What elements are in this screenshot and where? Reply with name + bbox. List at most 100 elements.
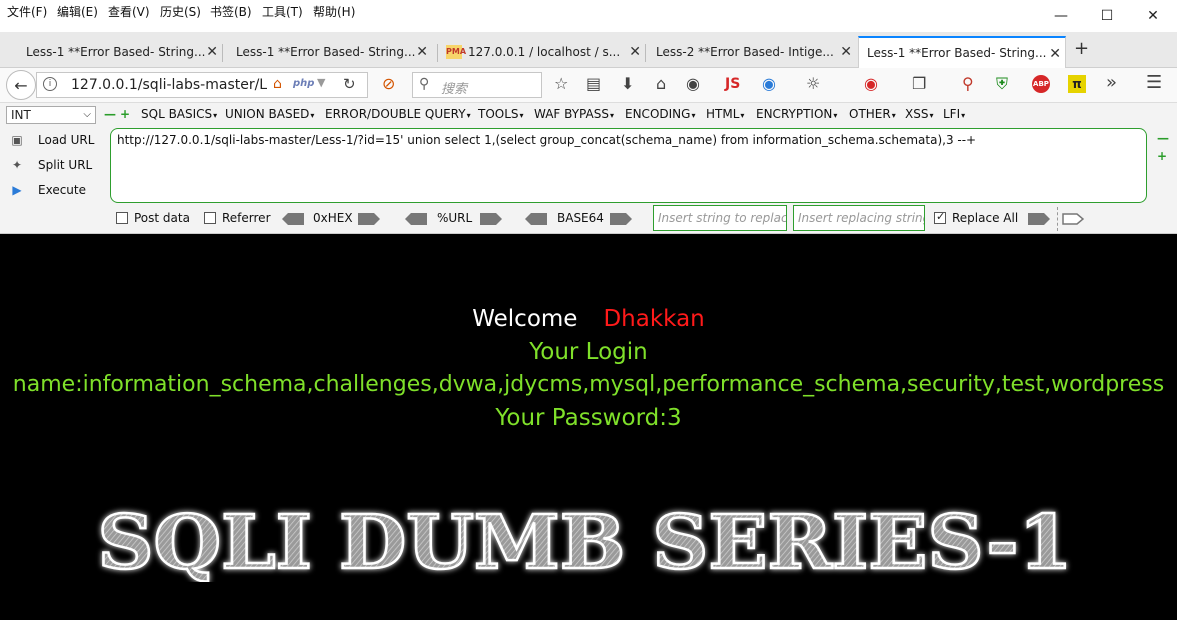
search-input[interactable]: ⚲ 搜索 [412, 72, 542, 98]
chevron-down-icon: ⌵ [83, 109, 91, 120]
close-window-icon[interactable]: ✕ [1142, 5, 1164, 27]
js-icon[interactable]: JS [725, 76, 740, 92]
menu-lfi[interactable]: LFI [943, 107, 965, 121]
menu-tools[interactable]: 工具(T) [262, 3, 303, 20]
base64-label: BASE64 [557, 211, 604, 225]
url-encode-label: %URL [437, 211, 473, 225]
minimize-icon[interactable]: — [1050, 5, 1072, 27]
phpmyadmin-icon: PMA [446, 45, 466, 59]
home-icon[interactable]: ⌂ [656, 74, 666, 93]
replacing-string-input[interactable]: Insert replacing string [793, 205, 925, 231]
load-url-button[interactable]: ▣ Load URL [8, 129, 94, 151]
menu-bar: 文件(F) 编辑(E) 查看(V) 历史(S) 书签(B) 工具(T) 帮助(H… [0, 0, 1177, 32]
menu-view[interactable]: 查看(V) [108, 3, 150, 20]
tab-label: 127.0.0.1 / localhost / s... [468, 45, 621, 59]
referrer-checkbox[interactable]: Referrer [204, 211, 271, 225]
tab-less1-a[interactable]: Less-1 **Error Based- String... ✕ [0, 36, 222, 68]
checkbox-icon [204, 212, 216, 224]
tab-phpmyadmin[interactable]: PMA 127.0.0.1 / localhost / s... ✕ [440, 36, 645, 68]
tab-less1-active[interactable]: Less-1 **Error Based- String... ✕ [858, 36, 1066, 68]
url-text[interactable]: 127.0.0.1/sqli-labs-master/Les [71, 77, 267, 93]
back-arrow-icon: ← [14, 75, 28, 95]
back-button[interactable]: ← [6, 70, 36, 100]
tab-label: Less-1 **Error Based- String... [26, 45, 206, 59]
close-tab-icon[interactable]: ✕ [416, 44, 428, 60]
minus-icon[interactable]: — [1157, 131, 1169, 145]
menu-waf-bypass[interactable]: WAF BYPASS [534, 107, 614, 121]
execute-button[interactable]: ▶ Execute [8, 179, 86, 201]
tab-label: Less-1 **Error Based- String... [236, 45, 416, 59]
menu-bookmarks[interactable]: 书签(B) [210, 3, 252, 20]
maximize-icon[interactable]: ☐ [1096, 5, 1118, 27]
menu-history[interactable]: 历史(S) [160, 3, 201, 20]
tab-less1-b[interactable]: Less-1 **Error Based- String... ✕ [210, 36, 432, 68]
tab-label: Less-2 **Error Based- Intige... [656, 45, 834, 59]
replace-all-checkbox[interactable]: Replace All [934, 210, 1018, 225]
palette-icon[interactable]: ☼ [806, 74, 820, 93]
clipboard-icon[interactable]: ▤ [586, 74, 601, 93]
menu-html[interactable]: HTML [706, 107, 744, 121]
arrow-right-icon[interactable] [610, 213, 632, 225]
arrow-left-icon[interactable] [525, 213, 547, 225]
menu-sql-basics[interactable]: SQL BASICS [141, 107, 217, 121]
play-icon: ▶ [12, 183, 22, 197]
hex-label: 0xHEX [313, 211, 353, 225]
pi-icon[interactable]: π [1068, 75, 1086, 93]
menu-union-based[interactable]: UNION BASED [225, 107, 314, 121]
split-url-button[interactable]: ✦ Split URL [8, 154, 92, 176]
user-name: Dhakkan [603, 306, 705, 332]
split-url-icon: ✦ [11, 158, 23, 172]
copy-icon[interactable]: ❐ [912, 74, 926, 93]
globe-icon[interactable]: ◉ [686, 74, 700, 93]
arrow-left-icon[interactable] [282, 213, 304, 225]
search-placeholder: 搜索 [441, 82, 468, 97]
plus-icon[interactable]: + [120, 107, 130, 121]
close-tab-icon[interactable]: ✕ [840, 44, 852, 60]
php-icon: php [293, 78, 315, 89]
shield-icon[interactable]: ⛨ [996, 74, 1008, 94]
hat-icon[interactable]: ◉ [864, 74, 878, 93]
menu-help[interactable]: 帮助(H) [313, 3, 355, 20]
magnifier-icon[interactable]: ⚲ [962, 74, 974, 93]
password-line: Your Password:3 [495, 405, 682, 431]
sqli-dumb-series-banner: SQLI DUMB SERIES-1 [96, 502, 1074, 582]
type-select[interactable]: INT ⌵ [6, 106, 96, 124]
menu-encryption[interactable]: ENCRYPTION [756, 107, 837, 121]
insert-string-input[interactable]: Insert string to replace [653, 205, 787, 231]
post-data-checkbox[interactable]: Post data [116, 211, 190, 225]
extension-icon[interactable]: ◉ [762, 74, 776, 93]
arrow-right-outline-icon[interactable] [1062, 213, 1084, 225]
execute-label: Execute [38, 183, 86, 197]
new-tab-icon[interactable]: + [1074, 38, 1089, 59]
close-tab-icon[interactable]: ✕ [1049, 46, 1061, 62]
plus-icon[interactable]: + [1157, 149, 1167, 163]
welcome-line: Welcome Dhakkan [0, 306, 1177, 332]
menu-file[interactable]: 文件(F) [7, 3, 47, 20]
arrow-right-icon[interactable] [480, 213, 502, 225]
hamburger-menu-icon[interactable]: ☰ [1146, 72, 1162, 93]
welcome-text: Welcome [472, 306, 578, 332]
menu-error-double-query[interactable]: ERROR/DOUBLE QUERY [325, 107, 471, 121]
load-url-label: Load URL [38, 133, 95, 147]
minus-icon[interactable]: — [104, 107, 116, 121]
login-label: Your Login [529, 339, 648, 365]
url-bar[interactable]: i 127.0.0.1/sqli-labs-master/Les ⌂ php ▼… [36, 72, 368, 98]
star-icon[interactable]: ☆ [554, 74, 568, 93]
arrow-right-icon[interactable] [1028, 213, 1050, 225]
arrow-right-icon[interactable] [358, 213, 380, 225]
block-icon[interactable]: ⊘ [382, 74, 395, 93]
menu-encoding[interactable]: ENCODING [625, 107, 695, 121]
sql-url-textarea[interactable]: http://127.0.0.1/sqli-labs-master/Less-1… [110, 128, 1147, 203]
reload-icon[interactable]: ↻ [343, 75, 356, 93]
tab-less2[interactable]: Less-2 **Error Based- Intige... ✕ [630, 36, 856, 68]
menu-edit[interactable]: 编辑(E) [57, 3, 98, 20]
arrow-left-icon[interactable] [405, 213, 427, 225]
menu-other[interactable]: OTHER [849, 107, 896, 121]
menu-xss[interactable]: XSS [905, 107, 933, 121]
download-icon[interactable]: ⬇ [621, 74, 634, 93]
chevron-down-icon[interactable]: ▼ [317, 76, 325, 89]
menu-tools[interactable]: TOOLS [478, 107, 524, 121]
info-icon[interactable]: i [43, 77, 57, 91]
adblock-icon[interactable]: ABP [1032, 75, 1050, 93]
overflow-icon[interactable]: » [1106, 72, 1117, 93]
